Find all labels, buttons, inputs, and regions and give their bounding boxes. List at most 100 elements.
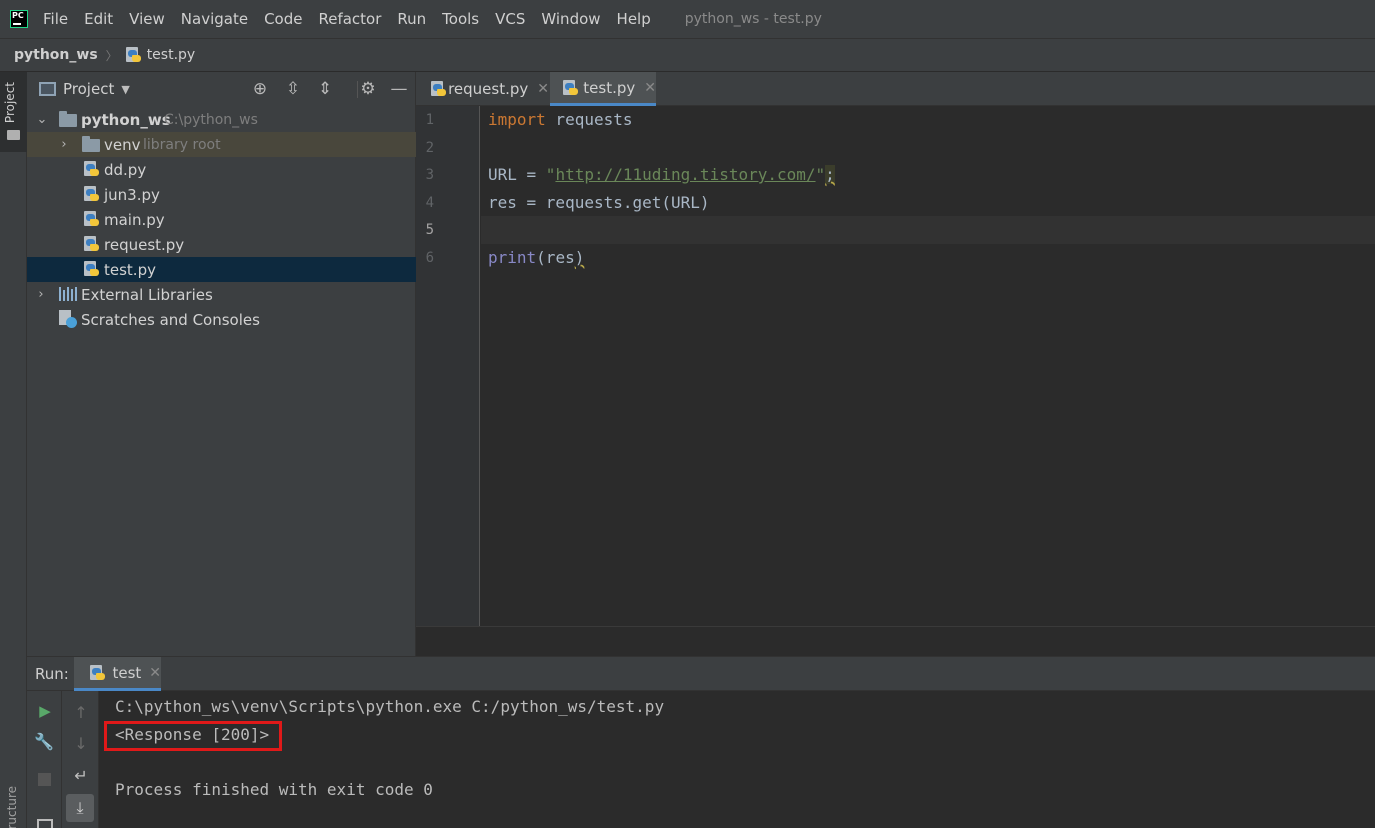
project-tool-tab[interactable]: Project [0,72,27,152]
paren-warning: ) [574,248,585,267]
editor-tab-bar: request.py ✕ test.py ✕ [416,72,1375,106]
console-exit-message: Process finished with exit code 0 [115,780,433,799]
libraries-icon [59,287,77,301]
tree-item-dd-py[interactable]: dd.py [27,157,416,182]
code-line-3[interactable]: URL = "http://11uding.tistory.com/"; [488,161,835,189]
python-file-icon [125,47,142,63]
tree-item-label: python_ws [81,110,171,129]
tree-item-label: jun3.py [104,185,160,204]
code-line-4[interactable]: res = requests.get(URL) [488,189,710,217]
python-file-icon [563,79,578,96]
scratches-icon [59,310,77,328]
pycharm-logo-icon: PC [10,10,28,28]
line-number: 1 [425,112,434,128]
semicolon-warning: ; [825,165,835,184]
folder-icon [82,136,100,152]
menu-vcs[interactable]: VCS [495,10,525,28]
tree-item-label: request.py [104,235,185,254]
tree-item-test-py[interactable]: test.py [27,257,416,282]
run-panel-title: Run: [35,665,69,683]
menu-view[interactable]: View [129,10,165,28]
wrench-icon[interactable]: 🔧 [33,731,55,753]
python-file-icon [84,236,100,252]
minimize-icon[interactable]: — [389,79,409,99]
python-file-icon [84,161,100,177]
code-text: res = requests.get(URL) [488,193,710,212]
breadcrumb: python_ws 〉 test.py [0,38,1375,72]
run-tab-test[interactable]: test ✕ [74,657,161,691]
string-quote: " [815,165,826,184]
keyword-import: import [488,110,546,129]
project-tool-label: Project [3,82,17,124]
menu-refactor[interactable]: Refactor [318,10,381,28]
close-icon[interactable]: ✕ [537,81,549,97]
project-view-selector[interactable]: Project [63,80,114,98]
menu-window[interactable]: Window [541,10,600,28]
editor-bottom-area [416,626,1375,656]
menu-file[interactable]: File [43,10,68,28]
menu-code[interactable]: Code [264,10,302,28]
tree-item-jun3-py[interactable]: jun3.py [27,182,416,207]
soft-wrap-icon[interactable]: ↵ [70,765,92,787]
menu-run[interactable]: Run [397,10,426,28]
arrow-up-icon[interactable]: ↑ [70,702,92,724]
tree-item-label: main.py [104,210,165,229]
tree-item-python-ws[interactable]: ⌄ python_ws C:\python_ws [27,107,416,132]
tree-item-scratches[interactable]: Scratches and Consoles [27,307,416,332]
chevron-right-icon[interactable]: › [58,137,70,152]
rerun-play-icon[interactable]: ▶ [34,700,56,722]
tree-item-hint: library root [143,136,221,153]
tree-item-label: venv [104,135,141,154]
run-toolbar-primary: ▶ 🔧 [27,691,62,828]
tree-item-label: External Libraries [81,285,213,304]
breadcrumb-file[interactable]: test.py [147,47,196,63]
left-tool-strip: Project [0,72,27,828]
menu-tools[interactable]: Tools [442,10,479,28]
close-icon[interactable]: ✕ [644,80,656,96]
project-panel-header: Project ▼ ⊕ ⇳ ⇕ ⚙ — [27,72,416,106]
gear-icon[interactable]: ⚙ [358,79,378,99]
breadcrumb-separator-icon: 〉 [105,48,118,63]
menu-edit[interactable]: Edit [84,10,113,28]
folder-icon [59,111,77,127]
tab-test-py[interactable]: test.py ✕ [550,72,656,106]
locate-target-icon[interactable]: ⊕ [250,79,270,99]
chevron-right-icon[interactable]: › [35,287,47,302]
menu-navigate[interactable]: Navigate [181,10,248,28]
tree-item-label: dd.py [104,160,147,179]
python-file-icon [84,211,100,227]
collapse-all-icon[interactable]: ⇕ [315,79,335,99]
tree-item-label: Scratches and Consoles [81,310,260,329]
run-panel-header: Run: test ✕ [27,657,1375,691]
chevron-down-icon[interactable]: ▼ [121,83,129,96]
code-editor[interactable]: import requests URL = "http://11uding.ti… [481,106,1375,626]
code-line-6[interactable]: print(res) [488,244,584,272]
line-number: 6 [425,250,434,266]
tree-item-external-libraries[interactable]: › External Libraries [27,282,416,307]
line-number: 4 [425,195,434,211]
code-text: requests [545,110,633,129]
folder-icon [7,130,20,140]
arrow-down-icon[interactable]: ↓ [70,733,92,755]
tree-item-label: test.py [104,260,156,279]
run-panel: Run: test ✕ ▶ 🔧 ↑ ↓ ↵ ⤓ C:\python_ws\ven… [27,656,1375,828]
menu-help[interactable]: Help [617,10,651,28]
line-number: 3 [425,167,434,183]
tree-item-main-py[interactable]: main.py [27,207,416,232]
tree-item-venv[interactable]: › venv library root [27,132,416,157]
structure-tool-tab[interactable]: ructure [5,786,19,828]
expand-all-icon[interactable]: ⇳ [283,79,303,99]
breadcrumb-project[interactable]: python_ws [14,47,98,63]
tree-item-request-py[interactable]: request.py [27,232,416,257]
tab-request-py[interactable]: request.py ✕ [416,72,549,106]
string-quote: " [545,165,556,184]
string-url[interactable]: http://11uding.tistory.com/ [555,165,815,184]
python-file-icon [90,664,105,681]
stop-icon[interactable] [38,773,51,786]
layout-icon[interactable] [37,819,53,828]
code-line-1[interactable]: import requests [488,106,633,134]
scroll-to-end-icon[interactable]: ⤓ [66,794,94,822]
chevron-down-icon[interactable]: ⌄ [36,112,48,127]
tree-item-path: C:\python_ws [164,111,258,128]
close-icon[interactable]: ✕ [149,665,161,681]
